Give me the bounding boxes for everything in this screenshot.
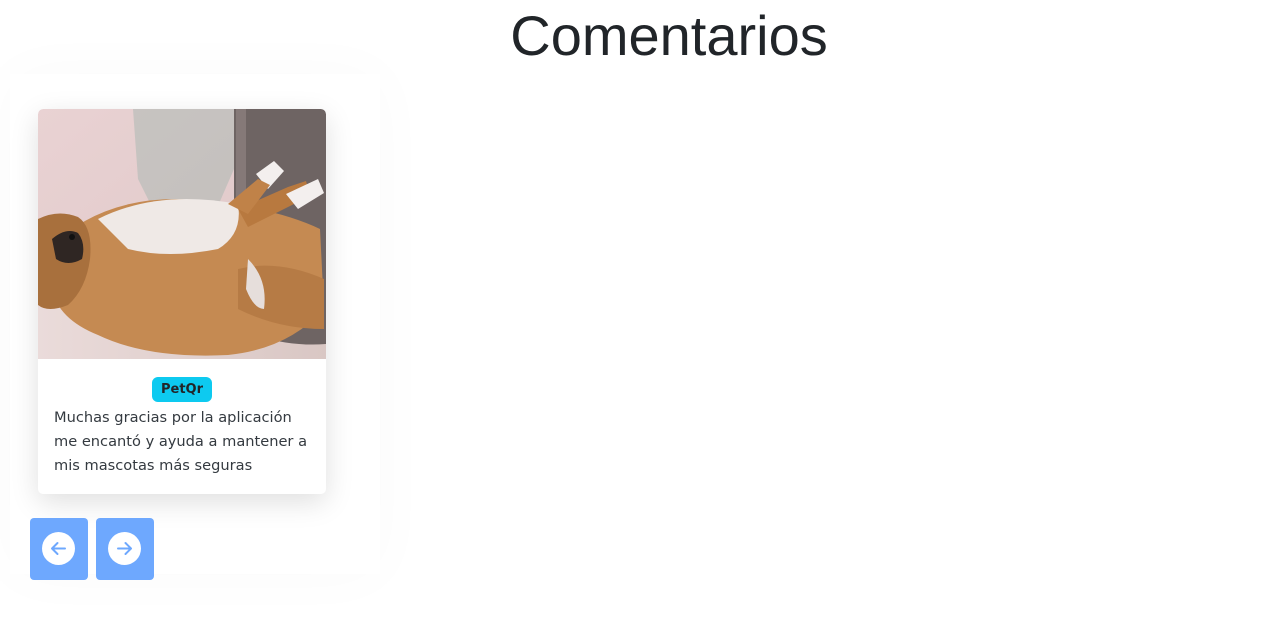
testimonial-card: PetQr Muchas gracias por la aplicación m… bbox=[38, 109, 326, 494]
comments-page: Comentarios PetQr Muchas gracias por la … bbox=[0, 0, 1266, 620]
arrow-right-icon bbox=[108, 532, 141, 565]
dog-photo bbox=[38, 109, 326, 359]
next-button[interactable] bbox=[96, 518, 154, 580]
title-container: Comentarios bbox=[0, 0, 1266, 76]
arrow-left-icon bbox=[42, 532, 75, 565]
author-badge: PetQr bbox=[151, 377, 213, 402]
prev-button[interactable] bbox=[30, 518, 88, 580]
comment-text: Muchas gracias por la aplicación me enca… bbox=[54, 409, 308, 474]
badge-row: PetQr bbox=[38, 377, 326, 402]
page-title: Comentarios bbox=[510, 4, 828, 67]
